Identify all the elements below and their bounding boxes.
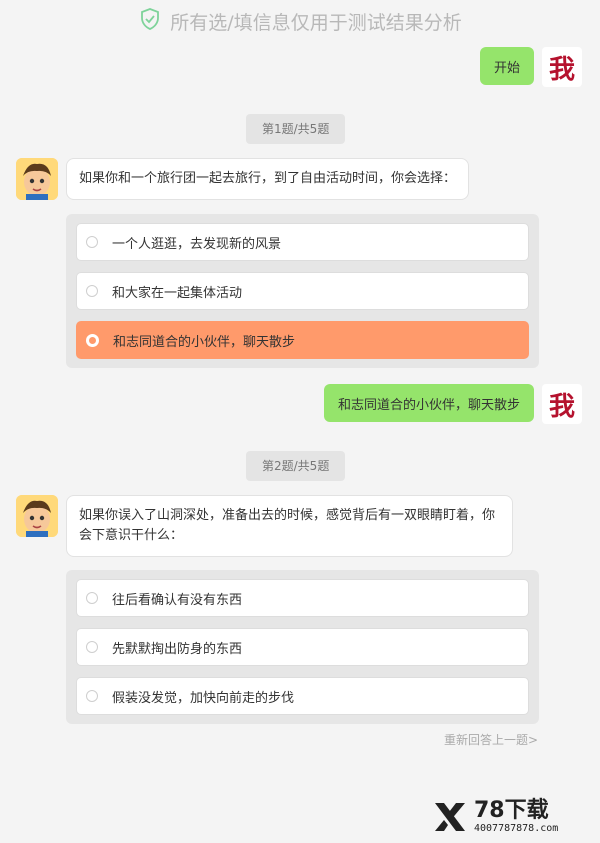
site-watermark: 78下载 4007787878.com xyxy=(432,797,592,837)
shield-check-icon xyxy=(138,7,162,36)
question-progress-2: 第2题/共5题 xyxy=(246,451,346,481)
radio-icon xyxy=(86,592,98,604)
redo-previous-link[interactable]: 重新回答上一题> xyxy=(444,731,538,748)
privacy-notice-text: 所有选/填信息仅用于测试结果分析 xyxy=(170,11,462,34)
watermark-subtitle: 4007787878.com xyxy=(474,823,559,834)
start-bubble[interactable]: 开始 xyxy=(479,47,534,85)
option-1-1[interactable]: 一个人逛逛，去发现新的风景 xyxy=(76,223,529,261)
user-message-start: 开始 我 xyxy=(479,47,582,87)
watermark-title: 78下载 xyxy=(474,798,549,823)
radio-icon xyxy=(86,641,98,653)
question-bubble-1: 如果你和一个旅行团一起去旅行，到了自由活动时间，你会选择： xyxy=(66,158,470,200)
option-1-2[interactable]: 和大家在一起集体活动 xyxy=(76,272,529,310)
bot-question-2: 如果你误入了山洞深处，准备出去的时候，感觉背后有一双眼睛盯着，你 会下意识干什么… xyxy=(16,495,513,557)
option-1-3-selected[interactable]: 和志同道合的小伙伴，聊天散步 xyxy=(76,321,529,359)
bot-avatar xyxy=(16,495,58,537)
answer-bubble-1: 和志同道合的小伙伴，聊天散步 xyxy=(323,384,534,422)
radio-checked-icon xyxy=(86,333,99,347)
radio-icon xyxy=(86,236,98,248)
x-logo-icon xyxy=(432,800,468,834)
user-avatar: 我 xyxy=(542,47,582,87)
privacy-notice: 所有选/填信息仅用于测试结果分析 xyxy=(0,2,600,40)
question-progress-1: 第1题/共5题 xyxy=(246,114,346,144)
option-2-2[interactable]: 先默默掏出防身的东西 xyxy=(76,628,529,666)
options-panel-2: 往后看确认有没有东西 先默默掏出防身的东西 假装没发觉，加快向前走的步伐 xyxy=(66,570,539,724)
user-avatar: 我 xyxy=(542,384,582,424)
user-message-answer-1: 和志同道合的小伙伴，聊天散步 我 xyxy=(323,384,582,424)
question-bubble-2: 如果你误入了山洞深处，准备出去的时候，感觉背后有一双眼睛盯着，你 会下意识干什么… xyxy=(66,495,513,557)
bot-question-1: 如果你和一个旅行团一起去旅行，到了自由活动时间，你会选择： xyxy=(16,158,470,200)
bot-avatar xyxy=(16,158,58,200)
option-2-1[interactable]: 往后看确认有没有东西 xyxy=(76,579,529,617)
radio-icon xyxy=(86,690,98,702)
option-2-3[interactable]: 假装没发觉，加快向前走的步伐 xyxy=(76,677,529,715)
radio-icon xyxy=(86,285,98,297)
options-panel-1: 一个人逛逛，去发现新的风景 和大家在一起集体活动 和志同道合的小伙伴，聊天散步 xyxy=(66,214,539,368)
